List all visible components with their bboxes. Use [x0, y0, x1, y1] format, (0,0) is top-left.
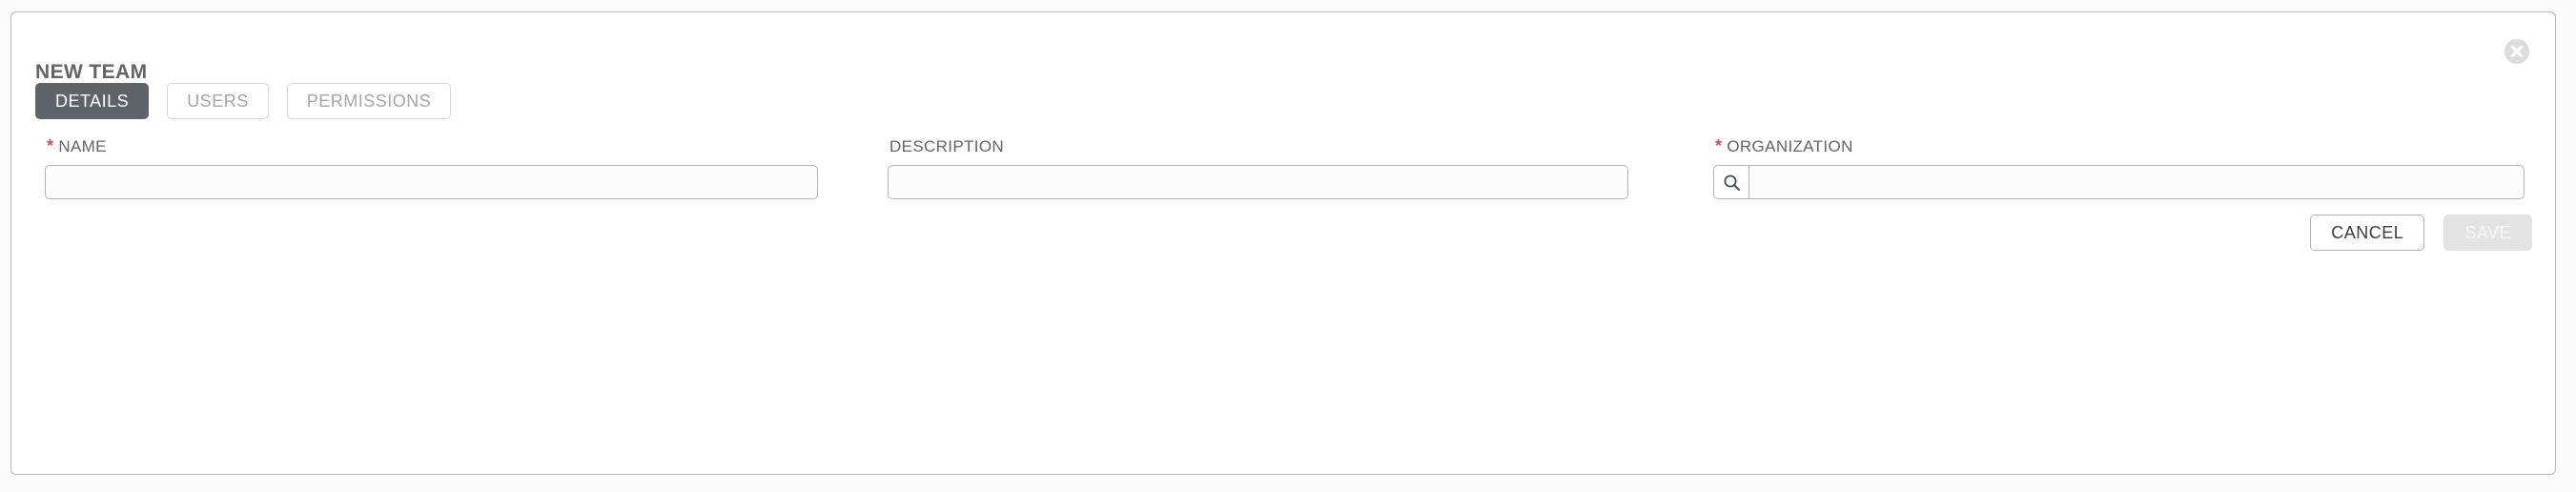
save-button[interactable]: SAVE [2443, 215, 2532, 251]
close-icon-glyph [2504, 39, 2529, 64]
cancel-button[interactable]: CANCEL [2310, 215, 2425, 251]
tab-bar: DETAILS USERS PERMISSIONS [35, 83, 452, 119]
new-team-panel: NEW TEAM DETAILS USERS PERMISSIONS * NAME… [10, 11, 2556, 475]
label-organization-text: ORGANIZATION [1727, 137, 1853, 155]
organization-input[interactable] [1748, 165, 2525, 199]
label-name-text: NAME [58, 137, 107, 155]
details-form: * NAME DESCRIPTION * ORGANIZATION [35, 137, 2525, 223]
tab-details[interactable]: DETAILS [35, 83, 150, 119]
description-input[interactable] [888, 165, 1628, 199]
label-organization: * ORGANIZATION [1715, 137, 2525, 156]
required-asterisk: * [1715, 136, 1723, 155]
page-title: NEW TEAM [35, 61, 148, 83]
name-input[interactable] [45, 165, 818, 199]
field-description: DESCRIPTION [888, 137, 1628, 199]
search-icon-glyph [1723, 174, 1740, 191]
close-circle-icon[interactable] [2502, 36, 2532, 67]
search-icon[interactable] [1713, 165, 1748, 199]
tab-users[interactable]: USERS [167, 83, 269, 119]
organization-lookup [1713, 165, 2525, 199]
label-description-text: DESCRIPTION [889, 137, 1005, 155]
field-name: * NAME [45, 137, 818, 199]
field-organization: * ORGANIZATION [1713, 137, 2525, 199]
label-name: * NAME [47, 137, 818, 156]
tab-permissions[interactable]: PERMISSIONS [286, 83, 452, 119]
required-asterisk: * [47, 136, 54, 155]
form-actions: CANCEL SAVE [2310, 215, 2532, 251]
label-description: DESCRIPTION [889, 137, 1628, 156]
